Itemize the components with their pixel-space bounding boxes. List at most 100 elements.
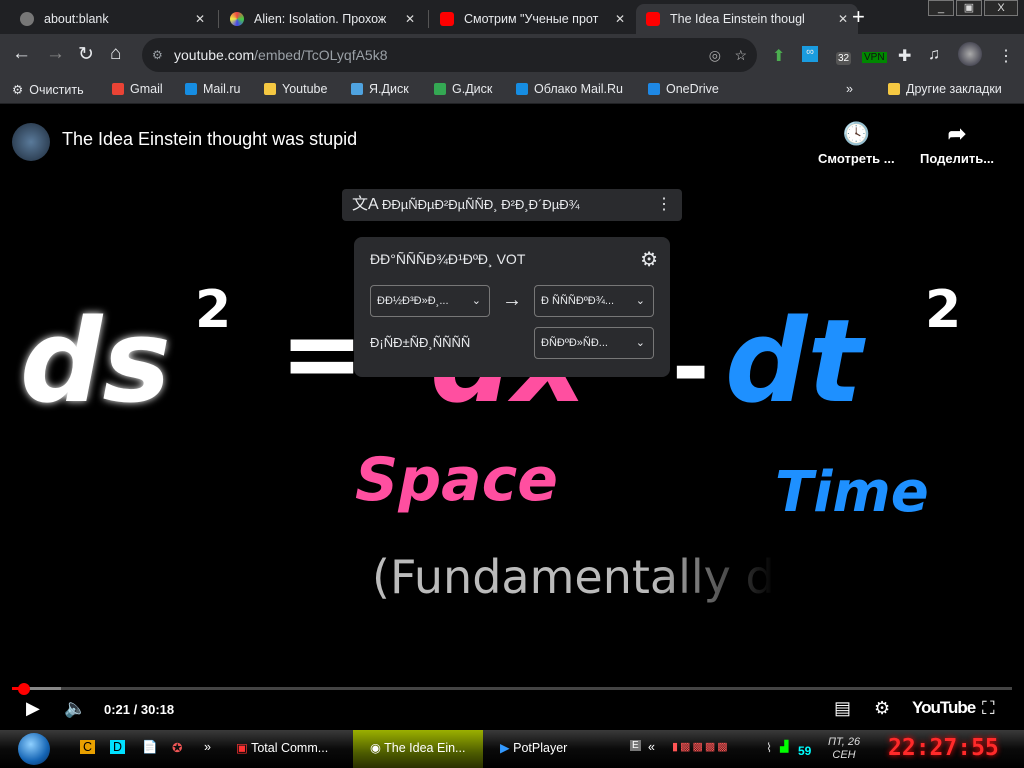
eq-minus: - bbox=[672, 315, 710, 420]
profile-avatar[interactable] bbox=[958, 42, 982, 66]
channel-avatar[interactable] bbox=[12, 123, 50, 161]
bookmark-onedrive[interactable]: OneDrive bbox=[648, 82, 719, 96]
subtitles-select[interactable]: ĐÑĐºĐ»ÑĐ... ⌄ bbox=[534, 327, 654, 359]
new-tab-button[interactable]: + bbox=[852, 4, 865, 30]
bookmark-youtube[interactable]: Youtube bbox=[264, 82, 327, 96]
reload-icon[interactable]: ↻ bbox=[78, 43, 94, 66]
tab-einstein-active[interactable]: The Idea Einstein thougl ✕ bbox=[636, 4, 858, 34]
settings-gear-icon[interactable]: ⚙ bbox=[874, 698, 890, 719]
chevron-down-icon: ⌄ bbox=[635, 337, 645, 349]
floppy-icon: ▣ bbox=[236, 741, 248, 755]
bookmarks-bar: ⚙ Очистить Gmail Mail.ru Youtube Я.Диск G… bbox=[0, 76, 1024, 104]
scrubber-handle[interactable] bbox=[18, 683, 30, 695]
bookmark-cloud-mailru[interactable]: Облако Mail.Ru bbox=[516, 82, 623, 96]
tracking-eye-off-icon[interactable]: ◎ bbox=[709, 38, 721, 72]
bookmark-clear[interactable]: ⚙ Очистить bbox=[12, 82, 84, 98]
player-controls: ▶ 🔈 0:21 / 30:18 ▤ ⚙ YouTube ⛶ bbox=[0, 680, 1024, 730]
gear-icon[interactable]: ⚙ bbox=[640, 247, 658, 272]
cloud-icon bbox=[516, 83, 528, 95]
folder-icon bbox=[888, 83, 900, 95]
tab-alien[interactable]: Alien: Isolation. Прохож ✕ bbox=[220, 4, 425, 34]
badge-extension-icon[interactable]: 32 bbox=[836, 52, 852, 65]
taskbar-total-commander[interactable]: ▣ Total Comm... bbox=[236, 740, 328, 755]
back-icon[interactable]: ← bbox=[12, 43, 31, 65]
video-player[interactable]: ds 2 = dx - dt 2 Space Time (Fundamental… bbox=[0, 105, 1024, 730]
vpn-extension-icon[interactable]: VPN bbox=[862, 52, 887, 63]
volume-icon[interactable]: 🔈 bbox=[64, 698, 86, 719]
source-language-select[interactable]: ĐĐ½Đ³Đ»Đ¸... ⌄ bbox=[370, 285, 490, 317]
eq-ds: ds bbox=[20, 295, 171, 429]
tray-expand[interactable]: « bbox=[648, 740, 655, 754]
label-space: Space bbox=[355, 445, 558, 515]
gear-icon: ⚙ bbox=[12, 83, 24, 97]
youtube-icon bbox=[646, 12, 660, 26]
tray-icons[interactable]: ▮▩▩▩▩ bbox=[672, 740, 730, 753]
start-button[interactable] bbox=[18, 733, 50, 765]
media-control-icon[interactable]: ♫ bbox=[928, 46, 940, 64]
youtube-icon bbox=[440, 12, 454, 26]
date-display[interactable]: ПТ, 26 СЕН bbox=[828, 736, 860, 762]
bookmarks-overflow-button[interactable]: » bbox=[846, 82, 853, 96]
browser-icon: ◉ bbox=[370, 741, 381, 755]
bookmark-gmail[interactable]: Gmail bbox=[112, 82, 163, 96]
target-language-select[interactable]: Đ ÑÑÑĐºĐ¾... ⌄ bbox=[534, 285, 654, 317]
chevron-down-icon: ⌄ bbox=[635, 295, 645, 307]
progress-bar[interactable] bbox=[12, 683, 1012, 695]
restore-button[interactable]: ▣ bbox=[956, 0, 982, 16]
mailru-icon bbox=[185, 83, 197, 95]
tab-smotrim[interactable]: Смотрим "Ученые прот ✕ bbox=[430, 4, 635, 34]
bookmark-yadisk[interactable]: Я.Диск bbox=[351, 82, 409, 96]
taskbar-potplayer[interactable]: ▶ PotPlayer bbox=[500, 740, 567, 755]
quicklaunch-c[interactable]: C bbox=[80, 740, 96, 754]
yadisk-icon bbox=[351, 83, 363, 95]
eq-sq2: 2 bbox=[925, 280, 962, 340]
more-vert-icon[interactable]: ⋮ bbox=[656, 189, 672, 221]
play-icon[interactable]: ▶ bbox=[26, 698, 40, 719]
panel-title: ĐĐ°ÑÑÑĐ¾Đ¹ĐºĐ¸ VOT bbox=[370, 251, 526, 267]
bookmark-gdisk[interactable]: G.Диск bbox=[434, 82, 492, 96]
forward-icon[interactable]: → bbox=[46, 43, 65, 65]
close-tab-icon[interactable]: ✕ bbox=[195, 12, 205, 26]
share-button[interactable]: ➦ Поделить... bbox=[920, 121, 994, 166]
bookmark-mailru[interactable]: Mail.ru bbox=[185, 82, 241, 96]
network-monitor-icon[interactable]: ▟ bbox=[780, 740, 788, 753]
quicklaunch-d[interactable]: D bbox=[110, 740, 126, 754]
subtitles-icon[interactable]: ▤ bbox=[834, 698, 851, 719]
other-bookmarks[interactable]: Другие закладки bbox=[888, 82, 1002, 96]
close-tab-icon[interactable]: ✕ bbox=[838, 12, 848, 26]
tray-e[interactable]: E bbox=[630, 740, 641, 751]
youtube-logo[interactable]: YouTube bbox=[912, 698, 976, 718]
play-icon: ▶ bbox=[500, 741, 510, 755]
tab-divider bbox=[428, 10, 429, 28]
notepad-icon[interactable]: 📄 bbox=[142, 740, 158, 755]
paperclip-icon[interactable]: ⌇ bbox=[766, 740, 772, 755]
quicklaunch-more[interactable]: » bbox=[204, 740, 211, 754]
green-arrow-up-icon[interactable]: ⬆ bbox=[772, 46, 785, 66]
address-bar[interactable]: ⚙ youtube.com/embed/TcOLyqfA5k8 ◎ ☆ bbox=[142, 38, 757, 72]
chevron-down-icon: ⌄ bbox=[471, 295, 481, 307]
eq-sq1: 2 bbox=[195, 280, 232, 340]
clock[interactable]: 22:27:55 bbox=[888, 735, 999, 761]
home-icon[interactable]: ⌂ bbox=[110, 43, 121, 65]
close-tab-icon[interactable]: ✕ bbox=[405, 12, 415, 26]
taskbar-chrome[interactable]: ◉ The Idea Ein... bbox=[370, 740, 465, 755]
tab-strip: about:blank ✕ Alien: Isolation. Прохож ✕ С… bbox=[0, 0, 1024, 34]
label-fundamentally: (Fundamentally d bbox=[372, 550, 775, 604]
minimize-button[interactable]: _ bbox=[928, 0, 954, 16]
fullscreen-icon[interactable]: ⛶ bbox=[982, 698, 995, 719]
link-extension-icon[interactable]: ∞ bbox=[802, 46, 818, 62]
ccleaner-icon[interactable]: ✪ bbox=[172, 740, 182, 755]
extensions-puzzle-icon[interactable]: ✚ bbox=[898, 46, 911, 66]
vot-settings-panel: ĐĐ°ÑÑÑĐ¾Đ¹ĐºĐ¸ VOT ⚙ ĐĐ½Đ³Đ»Đ¸... ⌄ → Đ Ñ… bbox=[354, 237, 670, 377]
multicolor-icon bbox=[230, 12, 244, 26]
bookmark-star-icon[interactable]: ☆ bbox=[734, 38, 747, 72]
watch-later-button[interactable]: 🕓 Смотреть ... bbox=[818, 121, 895, 166]
vot-translate-bar[interactable]: 文A ĐĐµÑĐµĐ²ĐµÑÑĐ¸ Đ²Đ¸Đ´ĐµĐ¾ ⋮ bbox=[342, 189, 682, 221]
menu-kebab-icon[interactable]: ⋮ bbox=[998, 46, 1014, 66]
tab-about-blank[interactable]: about:blank ✕ bbox=[10, 4, 215, 34]
site-info-icon[interactable]: ⚙ bbox=[152, 38, 163, 72]
tab-divider bbox=[218, 10, 219, 28]
close-tab-icon[interactable]: ✕ bbox=[615, 12, 625, 26]
close-window-button[interactable]: X bbox=[984, 0, 1018, 16]
video-title[interactable]: The Idea Einstein thought was stupid bbox=[62, 129, 357, 150]
